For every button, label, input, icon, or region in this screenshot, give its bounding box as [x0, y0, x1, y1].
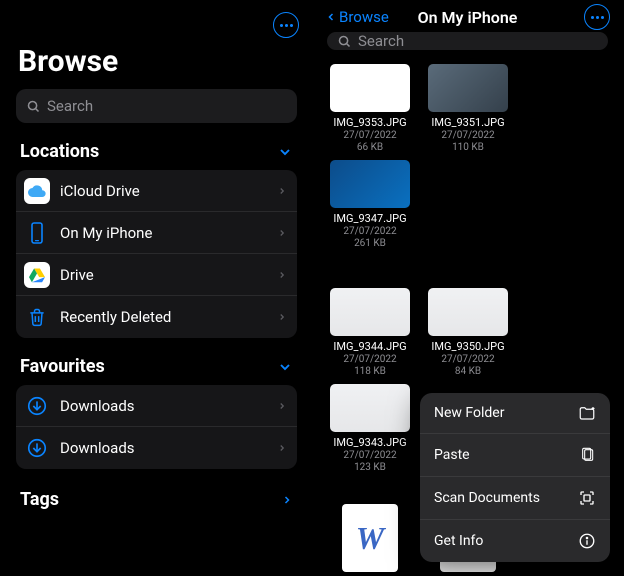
file-name: IMG_9353.JPG [333, 116, 406, 129]
trash-icon [24, 304, 50, 330]
google-drive-icon [24, 262, 50, 288]
icloud-icon [24, 178, 50, 204]
file-name: IMG_9351.JPG [431, 116, 504, 129]
file-name: IMG_9347.JPG [333, 212, 406, 225]
file-item[interactable]: IMG_9351.JPG 27/07/2022 110 KB [421, 64, 515, 154]
search-input[interactable] [358, 32, 598, 50]
favourite-item-downloads[interactable]: Downloads [16, 427, 297, 469]
file-size: 84 KB [455, 366, 481, 378]
context-menu-label: New Folder [434, 405, 504, 421]
favourites-header[interactable]: Favourites [4, 352, 309, 385]
folder-pane: Browse On My iPhone IMG_9353.JPG 27/07/2… [315, 4, 620, 572]
ellipsis-icon [591, 16, 604, 19]
favourites-title: Favourites [20, 356, 105, 377]
file-date: 27/07/2022 [343, 450, 396, 462]
location-item-recently-deleted[interactable]: Recently Deleted [16, 296, 297, 338]
tags-title: Tags [20, 489, 59, 510]
file-size: 110 KB [452, 142, 484, 154]
locations-title: Locations [20, 141, 99, 162]
search-icon [26, 99, 41, 114]
location-label: Drive [60, 266, 277, 284]
file-date: 27/07/2022 [343, 354, 396, 366]
spacer [323, 256, 612, 282]
back-label: Browse [339, 8, 389, 26]
location-item-icloud[interactable]: iCloud Drive [16, 170, 297, 212]
file-item[interactable]: IMG_9343.JPG 27/07/2022 123 KB [323, 384, 417, 474]
chevron-down-icon [277, 144, 293, 160]
location-label: Recently Deleted [60, 308, 277, 326]
context-menu-label: Scan Documents [434, 490, 540, 506]
more-button[interactable] [584, 4, 610, 30]
context-menu-paste[interactable]: Paste [420, 434, 610, 477]
file-thumbnail [428, 288, 508, 336]
word-doc-icon: W [342, 504, 398, 572]
context-menu: New Folder Paste Scan Documents Get Info [420, 393, 610, 562]
file-date: 27/07/2022 [441, 130, 494, 142]
file-item[interactable]: IMG_9344.JPG 27/07/2022 118 KB [323, 288, 417, 378]
file-thumbnail [330, 384, 410, 432]
context-menu-get-info[interactable]: Get Info [420, 520, 610, 562]
favourite-label: Downloads [60, 397, 277, 415]
context-menu-label: Paste [434, 447, 470, 463]
more-button[interactable] [273, 12, 299, 38]
file-size: 66 KB [357, 142, 383, 154]
scan-icon [578, 489, 596, 507]
chevron-right-icon [277, 268, 287, 282]
ellipsis-icon [280, 24, 293, 27]
file-item[interactable]: IMG_9347.JPG 27/07/2022 261 KB [323, 160, 417, 250]
tags-header[interactable]: Tags [4, 483, 309, 516]
context-menu-label: Get Info [434, 533, 483, 549]
download-icon [24, 435, 50, 461]
back-button[interactable]: Browse [325, 8, 389, 26]
file-item[interactable]: IMG_9350.JPG 27/07/2022 84 KB [421, 288, 515, 378]
file-name: IMG_9344.JPG [333, 340, 406, 353]
search-field[interactable] [327, 32, 608, 50]
favourites-list: Downloads Downloads [16, 385, 297, 469]
chevron-right-icon [277, 441, 287, 455]
search-field[interactable] [16, 89, 297, 123]
favourite-label: Downloads [60, 439, 277, 457]
favourite-item-downloads[interactable]: Downloads [16, 385, 297, 427]
file-thumbnail [330, 288, 410, 336]
chevron-down-icon [277, 359, 293, 375]
file-size: 118 KB [354, 366, 386, 378]
context-menu-new-folder[interactable]: New Folder [420, 393, 610, 434]
file-name: IMG_9350.JPG [431, 340, 504, 353]
chevron-right-icon [277, 184, 287, 198]
chevron-right-icon [277, 226, 287, 240]
file-date: 27/07/2022 [343, 130, 396, 142]
chevron-right-icon [277, 310, 287, 324]
file-name: IMG_9343.JPG [333, 436, 406, 449]
file-size: 261 KB [354, 238, 386, 250]
file-thumbnail [428, 64, 508, 112]
browse-pane: Browse Locations iCloud Drive On My iPho… [4, 4, 309, 572]
nav-bar: Browse On My iPhone [315, 4, 620, 30]
context-menu-scan-documents[interactable]: Scan Documents [420, 477, 610, 520]
file-thumbnail [330, 64, 410, 112]
search-input[interactable] [47, 97, 287, 115]
file-size: 123 KB [354, 462, 386, 474]
location-label: iCloud Drive [60, 182, 277, 200]
chevron-right-icon [281, 492, 293, 508]
download-icon [24, 393, 50, 419]
chevron-left-icon [325, 8, 337, 26]
page-title: Browse [4, 42, 309, 89]
clipboard-icon [580, 446, 596, 464]
info-icon [578, 532, 596, 550]
left-header [4, 4, 309, 42]
chevron-right-icon [277, 399, 287, 413]
location-label: On My iPhone [60, 224, 277, 242]
iphone-icon [24, 220, 50, 246]
search-icon [337, 34, 352, 49]
location-item-on-my-iphone[interactable]: On My iPhone [16, 212, 297, 254]
folder-plus-icon [578, 405, 596, 421]
file-item[interactable]: IMG_9353.JPG 27/07/2022 66 KB [323, 64, 417, 154]
location-item-drive[interactable]: Drive [16, 254, 297, 296]
file-date: 27/07/2022 [441, 354, 494, 366]
file-item[interactable]: W Spanking dating 27/09/2021 11 KB [323, 504, 417, 572]
locations-header[interactable]: Locations [4, 137, 309, 170]
locations-list: iCloud Drive On My iPhone Drive Recently… [16, 170, 297, 338]
file-thumbnail [330, 160, 410, 208]
file-date: 27/07/2022 [343, 226, 396, 238]
